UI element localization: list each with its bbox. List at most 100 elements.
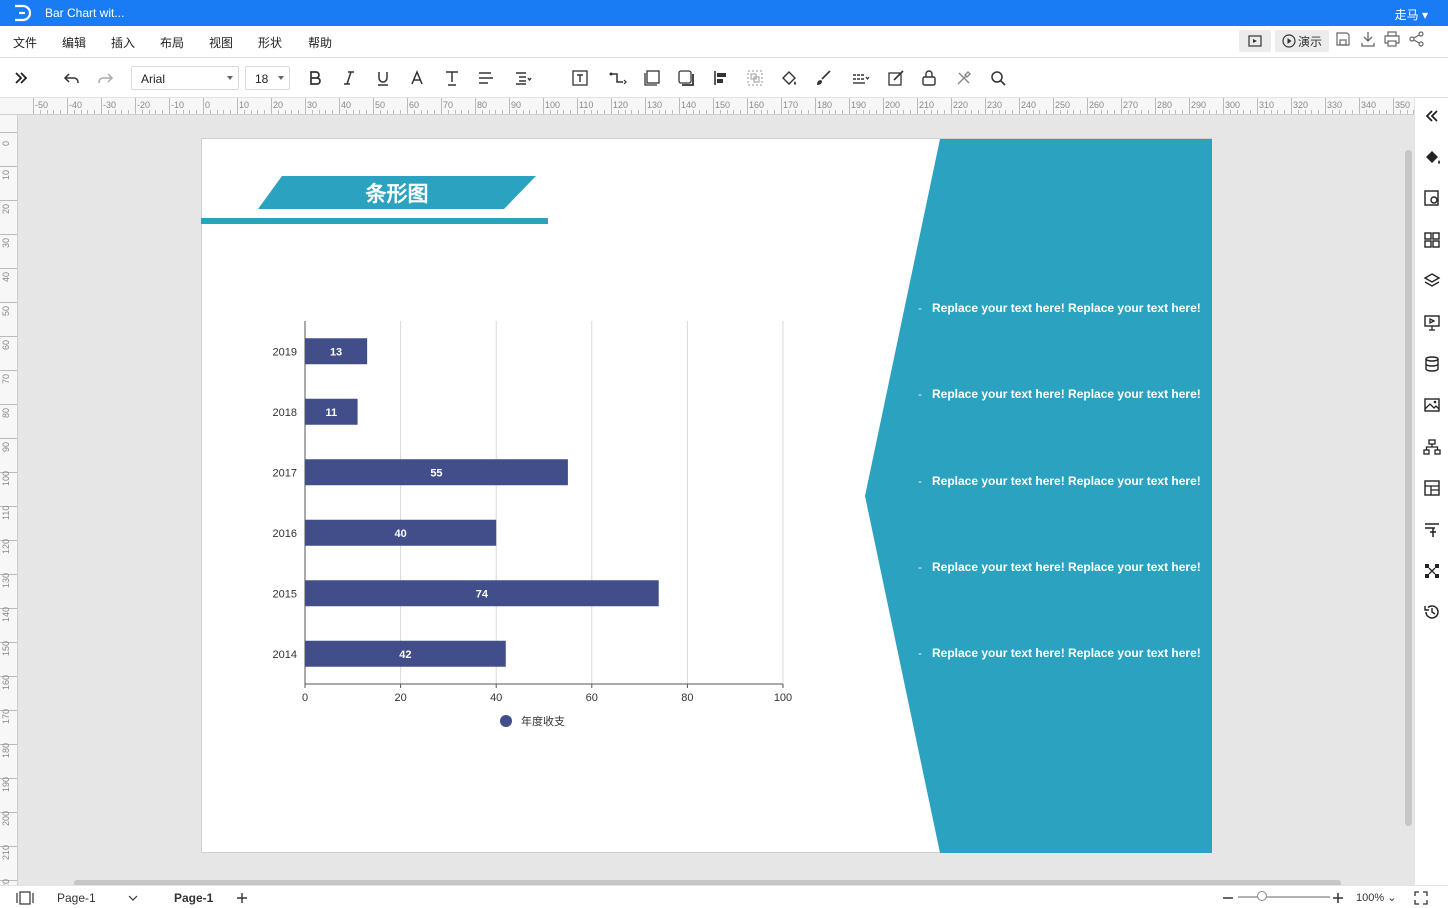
font-color-icon[interactable] xyxy=(406,67,428,89)
download-icon[interactable] xyxy=(1359,30,1377,48)
connector-icon[interactable] xyxy=(607,67,629,89)
connect-icon[interactable] xyxy=(1421,560,1443,582)
history-icon[interactable] xyxy=(1421,601,1443,623)
x-tick-label: 40 xyxy=(490,692,502,704)
y-tick-label: 2018 xyxy=(273,407,297,419)
bullet-item[interactable]: - Replace your text here! Replace your te… xyxy=(918,301,1201,315)
bullet-item[interactable]: - Replace your text here! Replace your te… xyxy=(918,387,1201,401)
collapse-library-icon[interactable] xyxy=(10,67,32,89)
arrange-icon[interactable] xyxy=(710,67,732,89)
fit-page-icon[interactable] xyxy=(1414,891,1428,905)
text-box-icon[interactable] xyxy=(569,67,591,89)
menu-insert[interactable]: 插入 xyxy=(111,34,135,51)
print-icon[interactable] xyxy=(1383,30,1401,48)
text-style-icon[interactable] xyxy=(441,67,463,89)
ruler-minor-tick xyxy=(311,110,313,114)
zoom-out-icon[interactable] xyxy=(1222,892,1234,904)
ruler-minor-tick xyxy=(1243,110,1245,114)
ruler-label: 110 xyxy=(579,100,594,110)
ruler-minor-tick xyxy=(175,110,177,114)
present-button[interactable]: 演示 xyxy=(1275,30,1329,52)
share-icon[interactable] xyxy=(1408,30,1426,48)
ruler-tick xyxy=(203,98,204,114)
lock-icon[interactable] xyxy=(918,67,940,89)
bullet-text: Replace your text here! Replace your tex… xyxy=(932,301,1201,315)
underline-icon[interactable] xyxy=(372,67,394,89)
ruler-tick xyxy=(33,98,34,114)
line-style-icon[interactable] xyxy=(850,67,872,89)
group-icon[interactable] xyxy=(744,67,766,89)
database-icon[interactable] xyxy=(1421,353,1443,375)
ruler-minor-tick xyxy=(855,110,857,114)
ruler-minor-tick xyxy=(284,110,286,114)
ruler-minor-tick xyxy=(1386,110,1388,114)
vertical-scrollbar[interactable] xyxy=(1405,150,1412,826)
ruler-tick xyxy=(781,98,782,114)
search-icon[interactable] xyxy=(987,67,1009,89)
menu-view[interactable]: 视图 xyxy=(209,34,233,51)
x-tick-label: 0 xyxy=(302,692,308,704)
line-spacing-icon[interactable] xyxy=(512,67,534,89)
ruler-minor-tick xyxy=(774,110,776,114)
user-menu[interactable]: 走马 ▾ xyxy=(1395,6,1428,23)
presentation-icon[interactable] xyxy=(1421,312,1443,334)
ruler-tick xyxy=(1359,98,1360,114)
brush-icon[interactable] xyxy=(812,67,834,89)
org-chart-icon[interactable] xyxy=(1421,436,1443,458)
page-setup-icon[interactable] xyxy=(1421,187,1443,209)
collapse-panel-icon[interactable] xyxy=(1421,105,1443,127)
title-bar: Bar Chart wit... 走马 ▾ xyxy=(0,0,1448,26)
ruler-minor-tick xyxy=(828,110,830,114)
edit-shape-icon[interactable] xyxy=(885,67,907,89)
grid-layout-icon[interactable] xyxy=(1421,229,1443,251)
italic-icon[interactable] xyxy=(338,67,360,89)
layers-icon[interactable] xyxy=(1421,270,1443,292)
side-text-panel[interactable] xyxy=(865,139,1212,853)
ruler-tick xyxy=(339,98,340,114)
right-sidebar xyxy=(1414,98,1448,885)
ruler-minor-tick xyxy=(386,110,388,114)
fullscreen-button[interactable] xyxy=(1239,30,1271,52)
zoom-in-icon[interactable] xyxy=(1332,892,1344,904)
tools-icon[interactable] xyxy=(953,67,975,89)
zoom-level[interactable]: 100% ⌄ xyxy=(1356,891,1396,904)
align-icon[interactable] xyxy=(475,67,497,89)
menu-file[interactable]: 文件 xyxy=(13,34,37,51)
bar-chart[interactable]: 13 2019 11 2018 55 2017 40 2016 74 2015 42 2014 0 20 4… xyxy=(255,310,815,740)
bullet-item[interactable]: - Replace your text here! Replace your te… xyxy=(918,646,1201,660)
menu-layout[interactable]: 布局 xyxy=(160,34,184,51)
page-selector[interactable]: Page-1 xyxy=(57,891,96,905)
zoom-slider[interactable] xyxy=(1238,896,1330,898)
menu-shape[interactable]: 形状 xyxy=(258,34,282,51)
ruler-tick xyxy=(305,98,306,114)
bullet-item[interactable]: - Replace your text here! Replace your te… xyxy=(918,474,1201,488)
chevron-down-icon[interactable] xyxy=(128,894,138,902)
ruler-label: -30 xyxy=(103,100,117,110)
font-size-select[interactable]: 18 xyxy=(245,66,290,90)
y-tick-label: 2019 xyxy=(273,346,297,358)
image-icon[interactable] xyxy=(1421,394,1443,416)
menu-help[interactable]: 帮助 xyxy=(308,34,332,51)
add-page-icon[interactable] xyxy=(236,892,248,904)
fill-style-icon[interactable] xyxy=(1421,146,1443,168)
tab-page-1[interactable]: Page-1 xyxy=(174,891,213,905)
undo-icon[interactable] xyxy=(61,67,83,89)
save-icon[interactable] xyxy=(1334,30,1352,48)
fill-icon[interactable] xyxy=(778,67,800,89)
ruler-tick xyxy=(0,438,17,439)
ruler-label: -50 xyxy=(35,100,49,110)
shape-icon[interactable] xyxy=(641,67,663,89)
ruler-label: 200 xyxy=(1,810,11,826)
ruler-minor-tick xyxy=(787,110,789,114)
page-view-icon[interactable] xyxy=(15,891,35,905)
table-icon[interactable] xyxy=(1421,477,1443,499)
bullet-item[interactable]: - Replace your text here! Replace your te… xyxy=(918,560,1201,574)
bold-icon[interactable] xyxy=(304,67,326,89)
zoom-slider-knob[interactable] xyxy=(1257,891,1267,901)
menu-edit[interactable]: 编辑 xyxy=(62,34,86,51)
redo-icon[interactable] xyxy=(94,67,116,89)
slide-title[interactable]: 条形图 xyxy=(258,176,536,209)
format-icon[interactable] xyxy=(1421,519,1443,541)
font-family-select[interactable]: Arial xyxy=(131,66,239,90)
shadow-icon[interactable] xyxy=(675,67,697,89)
